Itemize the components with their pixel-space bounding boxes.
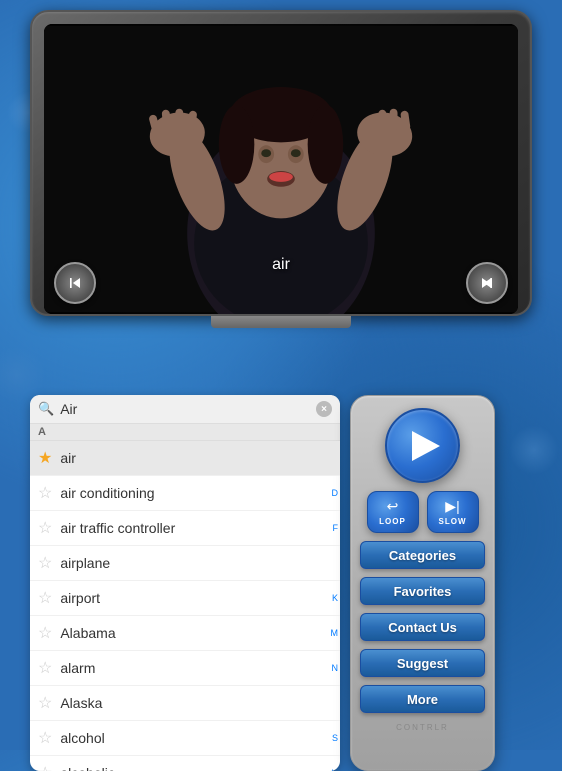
star-icon[interactable]: ☆: [38, 483, 52, 503]
slow-label: SLOW: [439, 517, 467, 526]
video-controls: [54, 262, 508, 304]
list-item[interactable]: ☆ AlabamaM: [30, 616, 340, 651]
list-item[interactable]: ☆ airportK: [30, 581, 340, 616]
loop-label: LOOP: [379, 517, 406, 526]
list-item-label: air conditioning: [60, 485, 332, 501]
list-item[interactable]: ☆ airplane: [30, 546, 340, 581]
list-item[interactable]: ☆ alcoholS: [30, 721, 340, 756]
search-input[interactable]: Air: [60, 401, 310, 417]
tv-screen: air ASL Di: [44, 24, 518, 314]
search-icon: 🔍: [38, 401, 54, 417]
tv-stand: [211, 316, 351, 328]
more-button[interactable]: More: [360, 685, 485, 713]
star-icon[interactable]: ☆: [38, 763, 52, 771]
suggest-label: Suggest: [397, 656, 448, 671]
skip-forward-icon: [477, 273, 497, 293]
loop-icon: ↩: [387, 498, 399, 515]
categories-label: Categories: [389, 548, 456, 563]
list-items-container[interactable]: ★ air ☆ air conditioningD ☆ air traffic contr…: [30, 441, 340, 771]
slow-button[interactable]: ▶| SLOW: [427, 491, 479, 533]
video-area: air: [44, 24, 518, 314]
star-icon[interactable]: ☆: [38, 623, 52, 643]
slow-icon: ▶|: [445, 498, 459, 515]
list-item[interactable]: ☆ alarmN: [30, 651, 340, 686]
list-item-label: air traffic controller: [60, 520, 332, 536]
skip-back-icon: [65, 273, 85, 293]
alpha-index-letter: K: [332, 593, 338, 603]
small-buttons-row: ↩ LOOP ▶| SLOW: [361, 491, 484, 533]
alpha-index-letter: M: [331, 628, 339, 638]
contact-us-label: Contact Us: [388, 620, 457, 635]
list-item[interactable]: ☆ Alaska: [30, 686, 340, 721]
list-item-label: alcoholic: [60, 765, 332, 771]
contact-us-button[interactable]: Contact Us: [360, 613, 485, 641]
loop-button[interactable]: ↩ LOOP: [367, 491, 419, 533]
list-item[interactable]: ☆alcoholicU: [30, 756, 340, 771]
list-item-label: airport: [60, 590, 332, 606]
bottom-section: 🔍 Air × A ★ air ☆ air conditioningD ☆ air tra…: [30, 395, 532, 771]
star-icon[interactable]: ☆: [38, 658, 52, 678]
remote-control: ↩ LOOP ▶| SLOW Categories Favorites Cont…: [350, 395, 495, 771]
search-list-panel: 🔍 Air × A ★ air ☆ air conditioningD ☆ air tra…: [30, 395, 340, 771]
star-icon[interactable]: ☆: [38, 728, 52, 748]
list-item-label: Alaska: [60, 695, 332, 711]
search-bar: 🔍 Air ×: [30, 395, 340, 424]
play-icon: [412, 431, 440, 461]
favorites-label: Favorites: [394, 584, 452, 599]
categories-button[interactable]: Categories: [360, 541, 485, 569]
tv-container: air ASL Di: [30, 10, 532, 328]
star-icon[interactable]: ☆: [38, 553, 52, 573]
play-button[interactable]: [385, 408, 460, 483]
list-item-label: alarm: [60, 660, 332, 676]
list-item[interactable]: ☆ air conditioningD: [30, 476, 340, 511]
alpha-index-letter: N: [332, 663, 339, 673]
remote-brand-label: CONTRLR: [396, 723, 449, 732]
star-icon[interactable]: ☆: [38, 518, 52, 538]
search-clear-button[interactable]: ×: [316, 401, 332, 417]
list-item-label: Alabama: [60, 625, 332, 641]
prev-button[interactable]: [54, 262, 96, 304]
star-icon[interactable]: ☆: [38, 588, 52, 608]
list-item-label: alcohol: [60, 730, 332, 746]
list-item-label: air: [60, 450, 332, 466]
list-section-header: A: [30, 424, 340, 441]
list-item[interactable]: ☆ air traffic controllerF: [30, 511, 340, 546]
alpha-index-letter: D: [332, 488, 339, 498]
tv-bezel: air ASL Di: [30, 10, 532, 316]
alpha-index-letter: F: [333, 523, 339, 533]
favorites-button[interactable]: Favorites: [360, 577, 485, 605]
list-item[interactable]: ★ air: [30, 441, 340, 476]
list-item-label: airplane: [60, 555, 332, 571]
more-label: More: [407, 692, 438, 707]
suggest-button[interactable]: Suggest: [360, 649, 485, 677]
star-icon[interactable]: ☆: [38, 693, 52, 713]
alpha-index-letter: S: [332, 733, 338, 743]
next-button[interactable]: [466, 262, 508, 304]
star-icon[interactable]: ★: [38, 448, 52, 468]
